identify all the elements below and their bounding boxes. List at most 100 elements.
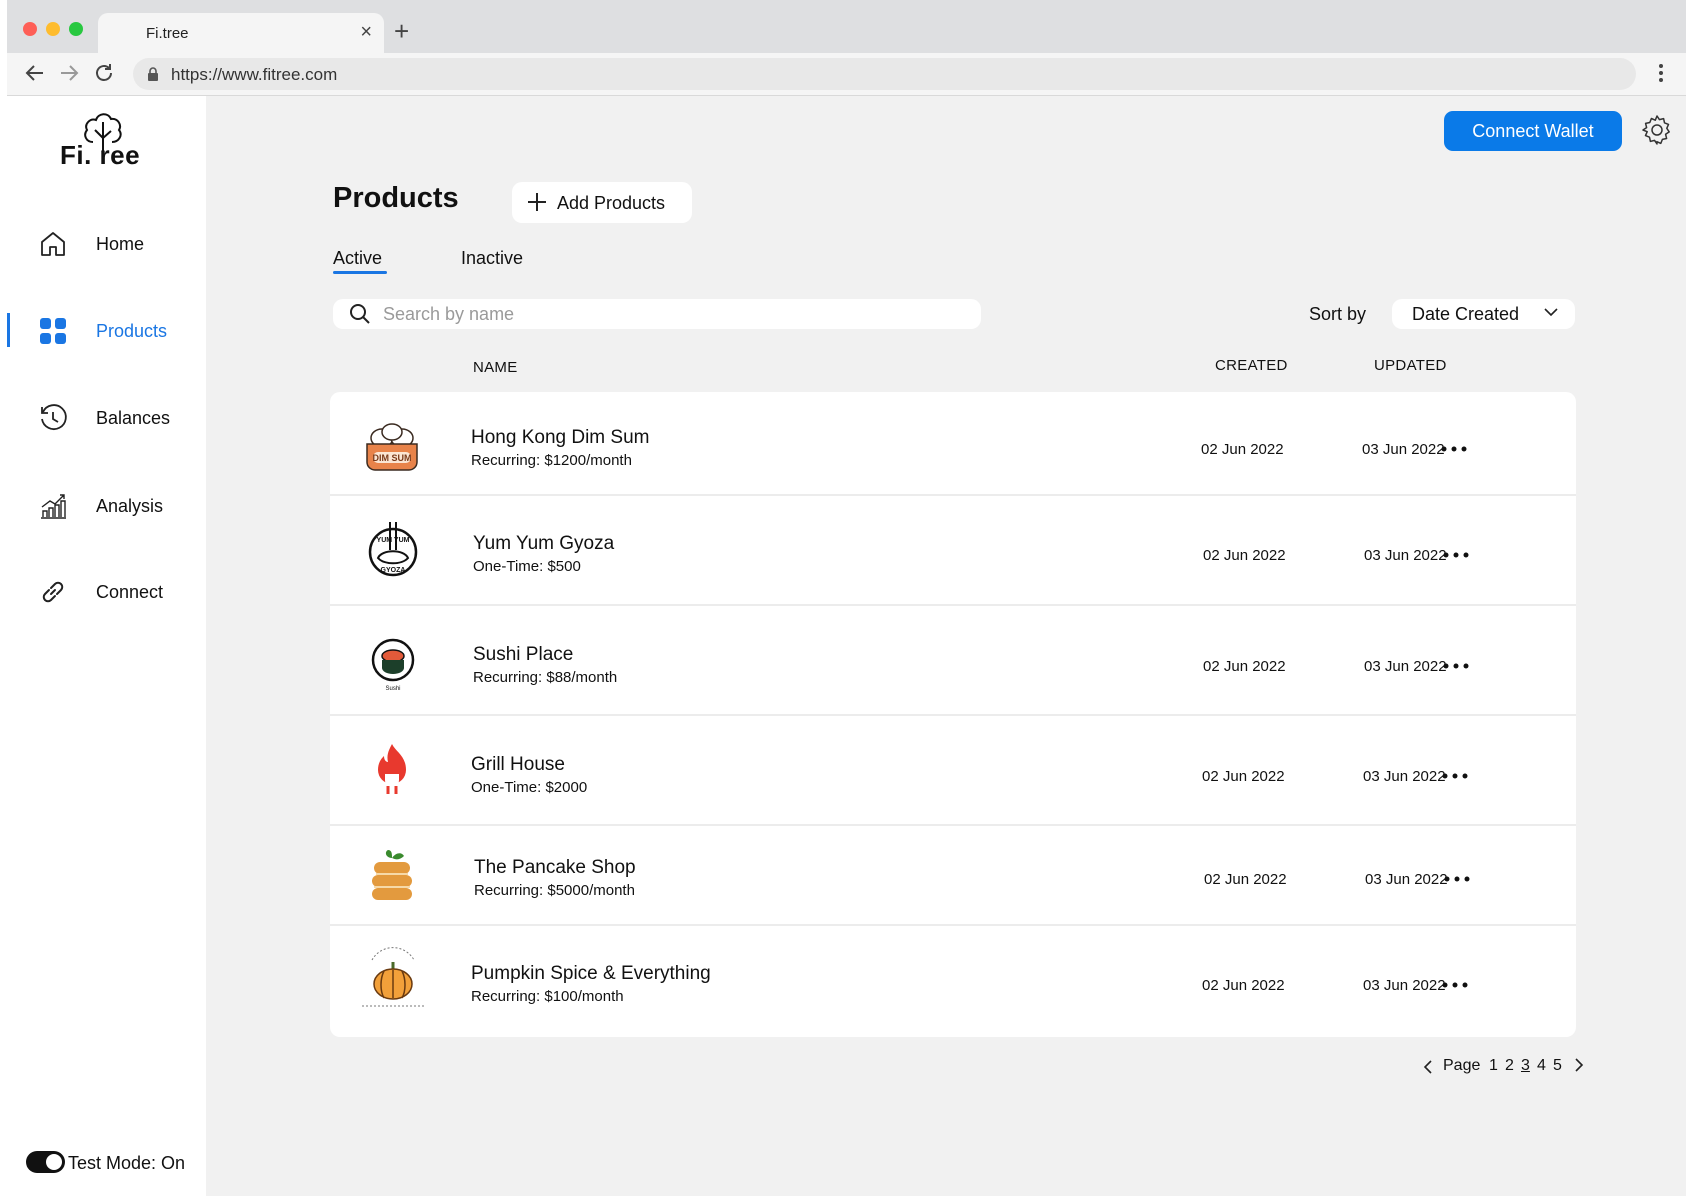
sidebar-item-label: Home — [96, 234, 145, 254]
address-bar[interactable]: https://www.fitree.com — [133, 58, 1636, 90]
forward-arrow-icon[interactable] — [57, 61, 81, 85]
page-link-2[interactable]: 2 — [1505, 1057, 1514, 1075]
browser-tab[interactable]: Fi.tree × — [98, 13, 384, 53]
test-mode-toggle[interactable] — [26, 1151, 65, 1173]
product-price: One-Time: $500 — [473, 558, 581, 575]
tab-title: Fi.tree — [146, 25, 189, 42]
sidebar-item-products[interactable]: Products — [7, 305, 206, 355]
table-row[interactable]: Pumpkin Spice & Everything Recurring: $1… — [330, 926, 1576, 1037]
pumpkin-logo — [362, 947, 424, 1007]
more-options-icon[interactable] — [1443, 874, 1471, 884]
updated-date: 03 Jun 2022 — [1363, 977, 1446, 994]
browser-toolbar: https://www.fitree.com — [7, 53, 1686, 96]
tab-strip: Fi.tree × + — [7, 0, 1686, 53]
search-bar — [333, 299, 981, 329]
window-controls — [23, 22, 83, 36]
created-date: 02 Jun 2022 — [1203, 658, 1286, 675]
chevron-left-icon[interactable] — [1423, 1060, 1433, 1074]
pancake-logo — [372, 850, 412, 900]
updated-date: 03 Jun 2022 — [1365, 871, 1448, 888]
table-row[interactable]: YUM YUM GYOZA Yum Yum Gyoza One-Time: $5… — [330, 496, 1576, 606]
product-name[interactable]: Yum Yum Gyoza — [473, 533, 614, 555]
table-row[interactable]: Sushi Sushi Place Recurring: $88/month 0… — [330, 606, 1576, 716]
product-name[interactable]: Sushi Place — [473, 644, 573, 666]
plus-icon — [528, 193, 546, 211]
back-arrow-icon[interactable] — [23, 61, 47, 85]
add-products-button[interactable]: Add Products — [512, 182, 692, 223]
page-link-4[interactable]: 4 — [1537, 1057, 1546, 1075]
sidebar: Fi. ree Home Products Balances Analysis … — [7, 96, 206, 1196]
column-header-created[interactable]: CREATED — [1215, 357, 1288, 374]
chevron-right-icon[interactable] — [1574, 1058, 1584, 1072]
updated-date: 03 Jun 2022 — [1362, 441, 1445, 458]
product-price: Recurring: $5000/month — [474, 882, 635, 899]
product-name[interactable]: The Pancake Shop — [474, 857, 636, 879]
logo-text: Fi. ree — [60, 140, 141, 170]
reload-icon[interactable] — [92, 61, 116, 85]
page-link-1[interactable]: 1 — [1489, 1057, 1498, 1075]
new-tab-icon[interactable]: + — [394, 18, 409, 44]
app-root: Fi. ree Home Products Balances Analysis … — [7, 96, 1686, 1196]
sort-dropdown[interactable]: Date Created — [1392, 299, 1575, 329]
table-row[interactable]: Grill House One-Time: $2000 02 Jun 2022 … — [330, 716, 1576, 826]
browser-menu-icon[interactable] — [1658, 63, 1664, 83]
sidebar-item-analysis[interactable]: Analysis — [7, 480, 206, 530]
product-price: One-Time: $2000 — [471, 779, 588, 796]
sort-by-label: Sort by — [1309, 304, 1367, 324]
created-date: 02 Jun 2022 — [1204, 871, 1287, 888]
svg-text:YUM YUM: YUM YUM — [377, 537, 410, 544]
fitree-logo: Fi. ree — [60, 108, 160, 170]
search-input[interactable] — [383, 302, 963, 326]
minimize-window-button[interactable] — [46, 22, 60, 36]
tab-inactive[interactable]: Inactive — [461, 248, 523, 269]
page-title: Products — [333, 182, 459, 214]
grid-icon — [40, 318, 66, 344]
active-indicator — [7, 313, 10, 347]
gyoza-logo: YUM YUM GYOZA — [368, 522, 418, 577]
tab-active[interactable]: Active — [333, 248, 382, 269]
sort-dropdown-value: Date Created — [1412, 304, 1520, 324]
dim-sum-logo: DIM SUM — [366, 423, 418, 471]
connect-wallet-button[interactable]: Connect Wallet — [1444, 111, 1622, 151]
url-text: https://www.fitree.com — [171, 65, 338, 84]
chevron-down-icon — [1544, 308, 1558, 317]
more-options-icon[interactable] — [1441, 771, 1469, 781]
more-options-icon[interactable] — [1441, 980, 1469, 990]
updated-date: 03 Jun 2022 — [1364, 547, 1447, 564]
grill-logo — [378, 744, 406, 794]
more-options-icon[interactable] — [1442, 550, 1470, 560]
pagination-label: Page — [1443, 1057, 1481, 1074]
created-date: 02 Jun 2022 — [1201, 441, 1284, 458]
page-link-3-current[interactable]: 3 — [1521, 1057, 1530, 1075]
close-tab-icon[interactable]: × — [360, 21, 372, 44]
link-icon — [42, 581, 64, 603]
created-date: 02 Jun 2022 — [1202, 768, 1285, 785]
sidebar-item-label: Products — [96, 321, 168, 341]
sidebar-item-connect[interactable]: Connect — [7, 566, 206, 616]
more-options-icon[interactable] — [1440, 444, 1468, 454]
sushi-logo: Sushi — [371, 638, 415, 692]
svg-text:DIM SUM: DIM SUM — [373, 453, 412, 463]
table-row[interactable]: DIM SUM Hong Kong Dim Sum Recurring: $12… — [330, 392, 1576, 496]
table-row[interactable]: The Pancake Shop Recurring: $5000/month … — [330, 826, 1576, 926]
page-link-5[interactable]: 5 — [1553, 1057, 1562, 1075]
maximize-window-button[interactable] — [69, 22, 83, 36]
more-options-icon[interactable] — [1442, 661, 1470, 671]
product-name[interactable]: Hong Kong Dim Sum — [471, 427, 649, 449]
product-name[interactable]: Grill House — [471, 754, 565, 776]
add-products-label: Add Products — [557, 193, 666, 213]
history-icon — [41, 404, 67, 431]
updated-date: 03 Jun 2022 — [1363, 768, 1446, 785]
toggle-knob — [46, 1154, 62, 1170]
column-header-updated[interactable]: UPDATED — [1374, 357, 1447, 374]
close-window-button[interactable] — [23, 22, 37, 36]
product-name[interactable]: Pumpkin Spice & Everything — [471, 963, 711, 985]
column-header-name[interactable]: NAME — [473, 359, 518, 376]
gear-icon[interactable] — [1641, 114, 1673, 146]
sidebar-item-balances[interactable]: Balances — [7, 392, 206, 442]
lock-icon — [148, 67, 158, 81]
sidebar-item-label: Balances — [96, 408, 171, 428]
test-mode-label: Test Mode: On — [68, 1153, 186, 1173]
sidebar-item-home[interactable]: Home — [7, 218, 206, 268]
product-price: Recurring: $88/month — [473, 669, 618, 686]
